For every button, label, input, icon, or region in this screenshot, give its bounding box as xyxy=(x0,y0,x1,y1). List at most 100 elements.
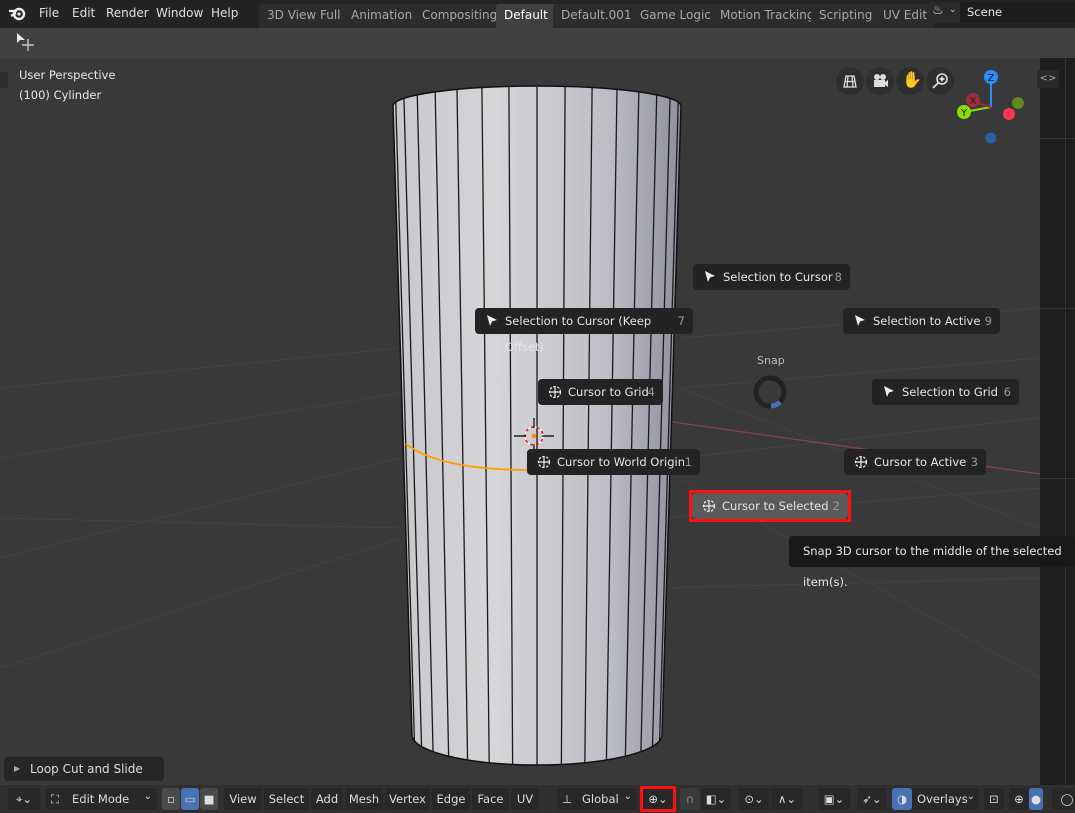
cylinder-mesh[interactable] xyxy=(392,85,682,766)
overlays-icon: ◑ xyxy=(896,792,908,806)
pie-item-shortcut: 8 xyxy=(834,270,842,284)
magnet-icon: ∩ xyxy=(685,792,695,806)
wireframe-shading-button[interactable]: ⊕ xyxy=(1009,788,1029,810)
gizmo-neg-y[interactable] xyxy=(1012,97,1024,109)
menu-window[interactable]: Window xyxy=(156,4,203,22)
gizmo-z-label: Z xyxy=(988,73,995,84)
edge-select-mode-button[interactable]: ▭ xyxy=(181,788,199,810)
tab-3d-view-full[interactable]: 3D View Full xyxy=(259,4,349,28)
tab-game-logic[interactable]: Game Logic xyxy=(632,4,719,28)
3d-viewport[interactable]: User Perspective (100) Cylinder ✋ X Z Y … xyxy=(0,58,1040,785)
tab-motion-tracking[interactable]: Motion Tracking xyxy=(712,4,823,28)
chevron-down-icon: ⌄ xyxy=(966,791,975,802)
pie-item-selection-to-grid[interactable]: Selection to Grid 6 xyxy=(872,379,1019,405)
right-region: <> xyxy=(1037,58,1075,785)
pie-item-shortcut: 1 xyxy=(684,455,692,469)
arrow-cursor-icon xyxy=(487,315,497,326)
object-type-visibility-dropdown[interactable]: ▣⌄ xyxy=(818,788,850,810)
pie-item-selection-to-active[interactable]: Selection to Active 9 xyxy=(843,308,1000,334)
solid-shading-button[interactable]: ● xyxy=(1029,788,1043,810)
object-info-label: (100) Cylinder xyxy=(19,88,102,102)
pie-item-cursor-to-world-origin[interactable]: Cursor to World Origin 1 xyxy=(527,449,700,475)
menu-edge[interactable]: Edge xyxy=(432,788,470,810)
tab-animation[interactable]: Animation xyxy=(343,4,421,28)
menu-face[interactable]: Face xyxy=(472,788,509,810)
tool-header xyxy=(0,28,1075,58)
menu-mesh[interactable]: Mesh xyxy=(345,788,383,810)
proportional-falloff-dropdown[interactable]: ∧⌄ xyxy=(771,788,803,810)
menu-uv[interactable]: UV xyxy=(511,788,539,810)
pie-item-cursor-to-active[interactable]: Cursor to Active 3 xyxy=(844,449,986,475)
proportional-edit-icon: ⊙⌄ xyxy=(744,792,764,806)
tab-scripting[interactable]: Scripting xyxy=(811,4,881,28)
expand-triangle-icon: ▶ xyxy=(14,764,21,773)
gizmo-y-label: Y xyxy=(960,108,968,119)
proportional-edit-toggle[interactable]: ⊙⌄ xyxy=(738,788,770,810)
pie-item-label: Cursor to Grid xyxy=(568,385,649,399)
tab-uv-edit[interactable]: UV Edit xyxy=(875,4,936,28)
grid-view-icon[interactable] xyxy=(836,67,864,95)
scene-selector-button[interactable]: ♨ ⌄ xyxy=(928,2,960,23)
toolbar-expand-handle[interactable] xyxy=(0,72,8,88)
gizmo-neg-x[interactable] xyxy=(1003,108,1015,120)
solid-sphere-icon: ● xyxy=(1030,792,1042,806)
pie-direction-ring xyxy=(753,375,787,409)
menu-add[interactable]: Add xyxy=(311,788,343,810)
camera-icon[interactable] xyxy=(866,67,894,95)
blender-logo-icon[interactable] xyxy=(8,5,26,21)
mode-dropdown[interactable]: ⛶ Edit Mode ⌄ xyxy=(46,788,157,810)
visibility-box-icon: ▣⌄ xyxy=(823,792,845,806)
menu-edit[interactable]: Edit xyxy=(72,4,95,22)
vertex-select-icon: ▫ xyxy=(167,792,175,806)
overlays-toggle[interactable]: ◑ xyxy=(892,788,912,810)
shading-options-icon: ◯ xyxy=(1060,792,1074,806)
transform-orientation-dropdown[interactable]: ⊥ Global ⌄ xyxy=(557,788,637,810)
face-select-icon: ■ xyxy=(203,792,215,806)
gizmo-toggle[interactable]: ➶⌄ xyxy=(857,788,887,810)
hand-pan-icon[interactable]: ✋ xyxy=(896,67,924,95)
pie-item-label: Selection to Active xyxy=(873,314,981,328)
xray-icon: ⊡ xyxy=(989,792,999,806)
tab-default[interactable]: Default xyxy=(496,4,556,28)
overlays-label: Overlays xyxy=(917,792,968,806)
select-move-tool-icon[interactable] xyxy=(15,32,37,52)
xray-toggle[interactable]: ⊡ xyxy=(984,788,1004,810)
menu-help[interactable]: Help xyxy=(211,4,238,22)
overlays-dropdown[interactable]: Overlays ⌄ xyxy=(912,788,979,810)
pie-item-shortcut: 9 xyxy=(984,314,992,328)
face-select-mode-button[interactable]: ■ xyxy=(200,788,218,810)
snap-element-dropdown[interactable]: ◧⌄ xyxy=(701,788,731,810)
menu-render[interactable]: Render xyxy=(106,4,149,22)
pie-item-shortcut: 7 xyxy=(677,314,685,328)
last-operator-panel[interactable]: ▶ Loop Cut and Slide xyxy=(4,757,164,781)
editor-type-button[interactable]: ⌖⌄ xyxy=(8,788,40,810)
menu-view[interactable]: View xyxy=(224,788,262,810)
tooltip: Snap 3D cursor to the middle of the sele… xyxy=(789,536,1075,589)
pie-item-label: Cursor to Active xyxy=(874,455,967,469)
vertex-select-mode-button[interactable]: ▫ xyxy=(162,788,180,810)
viewport-header: ⌖⌄ ⛶ Edit Mode ⌄ ▫ ▭ ■ View Select Add M… xyxy=(0,785,1075,813)
sidebar-toggle-icon[interactable]: <> xyxy=(1037,70,1059,88)
snap-increment-icon: ◧⌄ xyxy=(705,792,727,806)
pie-item-selection-to-cursor[interactable]: Selection to Cursor 8 xyxy=(693,264,850,290)
pie-item-selection-to-cursor-keep-offset[interactable]: Selection to Cursor (Keep Offset) 7 xyxy=(475,308,693,354)
3d-cursor-icon xyxy=(854,455,868,469)
menu-file[interactable]: File xyxy=(39,4,59,22)
navigation-gizmo[interactable]: X Z Y xyxy=(950,66,1035,151)
gizmo-neg-z[interactable] xyxy=(985,132,997,144)
pie-item-shortcut: 4 xyxy=(647,385,655,399)
pie-item-shortcut: 6 xyxy=(1003,385,1011,399)
pivot-point-button[interactable]: ⊕⌄ xyxy=(640,786,676,812)
tab-compositing[interactable]: Compositing xyxy=(414,4,506,28)
chevron-down-icon: ⌄ xyxy=(143,791,152,802)
tab-default-001[interactable]: Default.001 xyxy=(553,4,640,28)
scene-name-field[interactable]: Scene xyxy=(960,2,1075,23)
pie-item-label: Cursor to World Origin xyxy=(557,455,686,469)
pie-item-cursor-to-grid[interactable]: Cursor to Grid 4 xyxy=(538,379,663,405)
snap-toggle[interactable]: ∩ xyxy=(680,788,700,810)
menu-select[interactable]: Select xyxy=(264,788,309,810)
menu-vertex[interactable]: Vertex xyxy=(385,788,430,810)
gizmo-icon: ➶⌄ xyxy=(862,792,882,806)
viewport-shading-options[interactable]: ◯ xyxy=(1052,788,1075,810)
view-name-label: User Perspective xyxy=(19,68,116,82)
